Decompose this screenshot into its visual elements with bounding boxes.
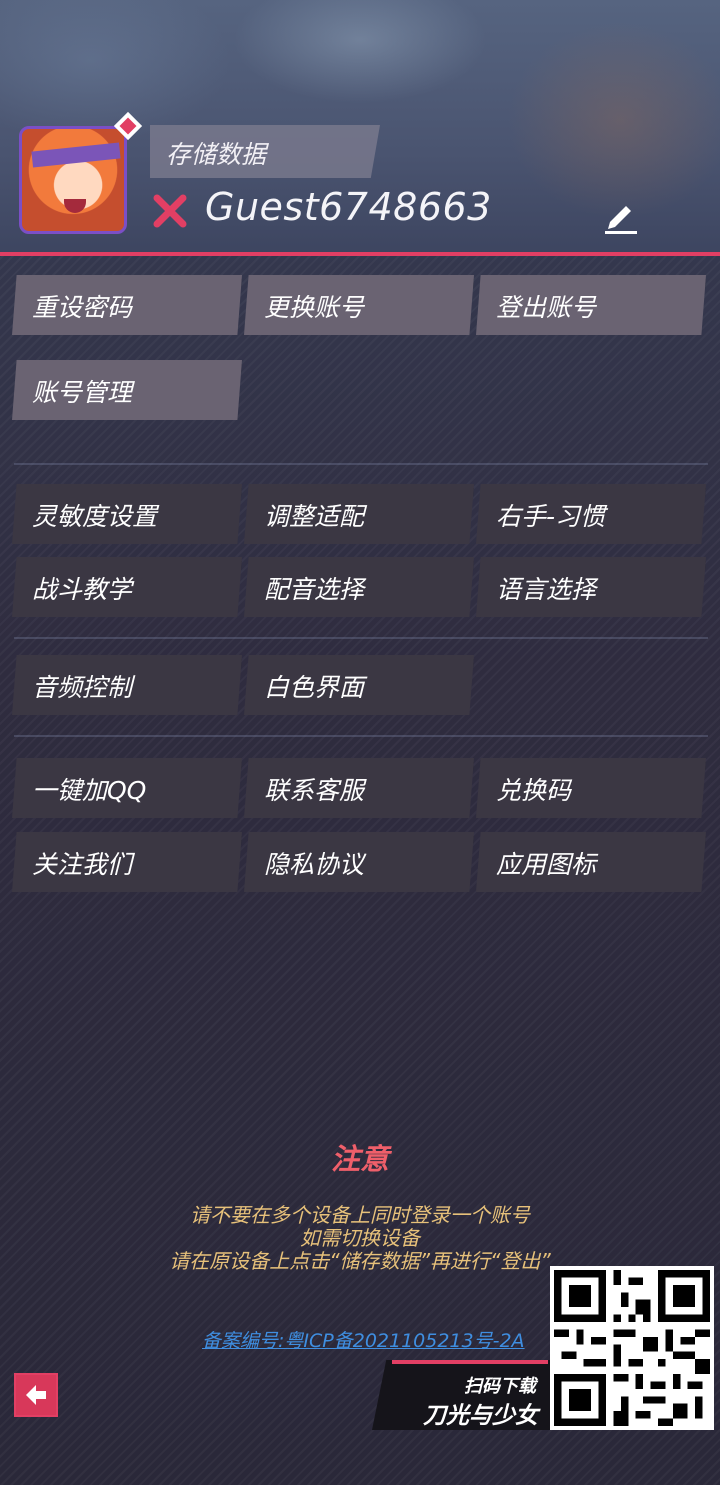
download-promo: 扫码下载 刀光与少女 [372,1360,550,1430]
section-divider [14,463,708,465]
adjust-fit-button[interactable]: 调整适配 [244,484,474,544]
header-divider [0,252,720,256]
icp-link[interactable]: 备案编号:粤ICP备2021105213号-2A [202,1326,525,1353]
close-icon [153,194,187,228]
join-qq-button[interactable]: 一键加QQ [12,758,242,818]
section-divider [14,735,708,737]
save-data-label: 存储数据 [166,140,267,169]
arrow-left-icon [26,1385,46,1405]
audio-control-button[interactable]: 音频控制 [12,655,242,715]
promo-accent-line [392,1360,548,1364]
save-data-button[interactable]: 存储数据 [150,125,380,178]
account-management-button[interactable]: 账号管理 [12,360,242,420]
qr-code [550,1266,714,1430]
game-name-label: 刀光与少女 [423,1403,538,1429]
sensitivity-settings-button[interactable]: 灵敏度设置 [12,484,242,544]
customer-service-button[interactable]: 联系客服 [244,758,474,818]
follow-us-button[interactable]: 关注我们 [12,832,242,892]
notice-title: 注意 [330,1142,389,1176]
language-select-button[interactable]: 语言选择 [476,557,706,617]
logout-button[interactable]: 登出账号 [476,275,706,335]
reset-password-button[interactable]: 重设密码 [12,275,242,335]
pencil-icon[interactable] [602,196,640,234]
handedness-button[interactable]: 右手-习惯 [476,484,706,544]
voice-select-button[interactable]: 配音选择 [244,557,474,617]
avatar[interactable] [19,126,127,234]
white-ui-button[interactable]: 白色界面 [244,655,474,715]
scan-download-label: 扫码下载 [464,1376,536,1397]
back-button[interactable] [14,1373,58,1417]
combat-tutorial-button[interactable]: 战斗教学 [12,557,242,617]
redeem-code-button[interactable]: 兑换码 [476,758,706,818]
privacy-policy-button[interactable]: 隐私协议 [244,832,474,892]
username: Guest6748663 [205,185,492,229]
switch-account-button[interactable]: 更换账号 [244,275,474,335]
app-icon-button[interactable]: 应用图标 [476,832,706,892]
section-divider [14,637,708,639]
